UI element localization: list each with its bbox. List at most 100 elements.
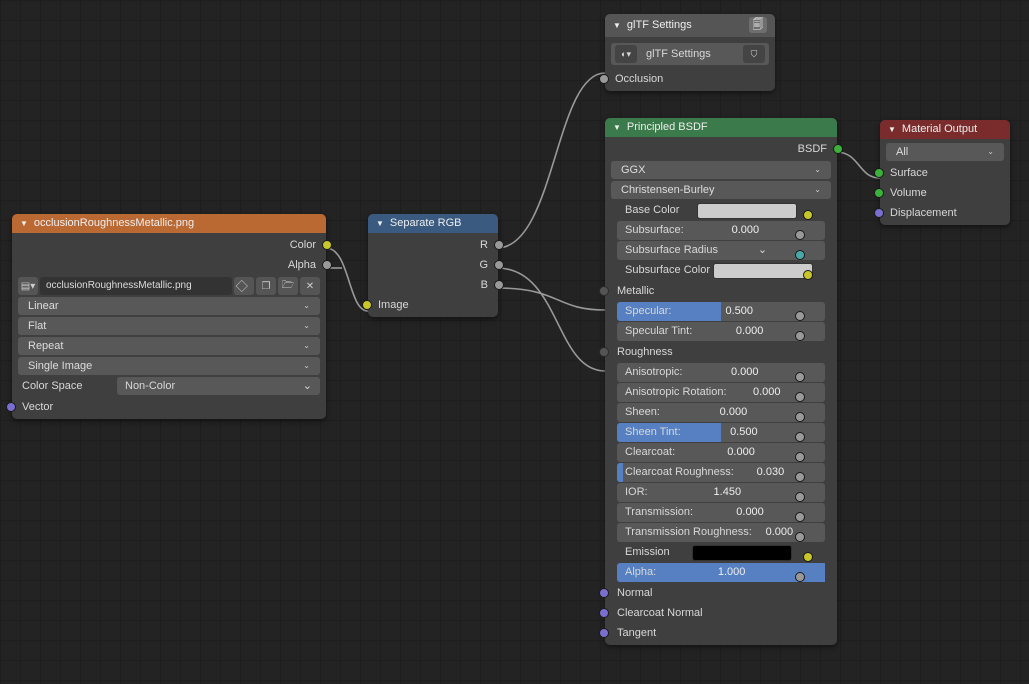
bsdf-ior[interactable]: IOR: 1.450: [617, 483, 825, 502]
output-color[interactable]: Color: [12, 235, 326, 255]
proj-field[interactable]: Flat⌄: [18, 317, 320, 335]
alpha-socket-icon[interactable]: [795, 572, 805, 582]
ior-socket-icon[interactable]: [795, 492, 805, 502]
bsdf-base-color[interactable]: Base Color: [617, 201, 825, 220]
aniso-rotation-socket-icon[interactable]: [795, 392, 805, 402]
anisotropic-socket-icon[interactable]: [795, 372, 805, 382]
bsdf-anisotropic[interactable]: Anisotropic: 0.000: [617, 363, 825, 382]
subsurface-color-socket-icon[interactable]: [803, 270, 813, 280]
bsdf-sheen-tint[interactable]: Sheen Tint: 0.500: [617, 423, 825, 442]
image-socket-icon[interactable]: [362, 300, 372, 310]
specular-tint-socket-icon[interactable]: [795, 331, 805, 341]
output-bsdf[interactable]: BSDF: [605, 139, 837, 159]
image-filename-field[interactable]: occlusionRoughnessMetallic.png: [40, 277, 232, 295]
ext-field[interactable]: Repeat⌄: [18, 337, 320, 355]
g-socket-icon[interactable]: [494, 260, 504, 270]
colorspace-field[interactable]: Non-Color⌄: [117, 377, 320, 395]
sheen-tint-socket-icon[interactable]: [795, 432, 805, 442]
bsdf-alpha[interactable]: Alpha: 1.000: [617, 563, 825, 582]
bsdf-subsurface[interactable]: Subsurface: 0.000: [617, 221, 825, 240]
output-g[interactable]: G: [368, 255, 498, 275]
collapse-icon[interactable]: ▼: [888, 125, 896, 134]
material-output-node[interactable]: ▼ Material Output All⌄ Surface Volume Di…: [880, 120, 1010, 225]
bsdf-specular[interactable]: Specular: 0.500: [617, 302, 825, 321]
transmission-rough-socket-icon[interactable]: [795, 532, 805, 542]
fake-user-icon[interactable]: ⃟: [234, 277, 254, 295]
collapse-icon[interactable]: ▼: [20, 219, 28, 228]
collapse-icon[interactable]: ▼: [613, 21, 621, 30]
node-options-icon[interactable]: 🗐: [749, 17, 767, 33]
input-vector[interactable]: Vector: [12, 397, 326, 417]
image-node-header[interactable]: ▼ occlusionRoughnessMetallic.png: [12, 214, 326, 233]
color-swatch[interactable]: [697, 203, 797, 219]
input-displacement[interactable]: Displacement: [880, 203, 1010, 223]
subsurface-radius-socket-icon[interactable]: [795, 250, 805, 260]
bsdf-header[interactable]: ▼ Principled BSDF: [605, 118, 837, 137]
image-browse-icon[interactable]: ▤▾: [18, 277, 38, 295]
vector-socket-icon[interactable]: [6, 402, 16, 412]
unlink-icon[interactable]: ✕: [300, 277, 320, 295]
bsdf-clearcoat[interactable]: Clearcoat: 0.000: [617, 443, 825, 462]
sep-header[interactable]: ▼ Separate RGB: [368, 214, 498, 233]
alpha-socket-icon[interactable]: [322, 260, 332, 270]
target-field[interactable]: All⌄: [886, 143, 1004, 161]
input-volume[interactable]: Volume: [880, 183, 1010, 203]
clearcoat-normal-socket-icon[interactable]: [599, 608, 609, 618]
bsdf-roughness[interactable]: Roughness: [605, 342, 837, 362]
roughness-socket-icon[interactable]: [599, 347, 609, 357]
clearcoat-socket-icon[interactable]: [795, 452, 805, 462]
interp-field[interactable]: Linear⌄: [18, 297, 320, 315]
color-swatch[interactable]: [692, 545, 792, 561]
metallic-socket-icon[interactable]: [599, 286, 609, 296]
sheen-socket-icon[interactable]: [795, 412, 805, 422]
dup-icon[interactable]: ❐: [256, 277, 276, 295]
image-texture-node[interactable]: ▼ occlusionRoughnessMetallic.png Color A…: [12, 214, 326, 419]
input-surface[interactable]: Surface: [880, 163, 1010, 183]
gltf-settings-node[interactable]: ▼ glTF Settings 🗐 ◐▾ glTF Settings ⛉ Occ…: [605, 14, 775, 91]
specular-socket-icon[interactable]: [795, 311, 805, 321]
volume-socket-icon[interactable]: [874, 188, 884, 198]
output-alpha[interactable]: Alpha: [12, 255, 326, 275]
occlusion-socket-icon[interactable]: [599, 74, 609, 84]
open-icon[interactable]: 🗁: [278, 277, 298, 295]
bsdf-subsurface-color[interactable]: Subsurface Color: [617, 261, 825, 280]
base-color-socket-icon[interactable]: [803, 210, 813, 220]
subsurface-socket-icon[interactable]: [795, 230, 805, 240]
shield-icon[interactable]: ⛉: [743, 45, 765, 63]
matout-header[interactable]: ▼ Material Output: [880, 120, 1010, 139]
source-field[interactable]: Single Image⌄: [18, 357, 320, 375]
bsdf-specular-tint[interactable]: Specular Tint: 0.000: [617, 322, 825, 341]
bsdf-normal[interactable]: Normal: [605, 583, 837, 603]
datablock-icon[interactable]: ◐▾: [615, 45, 637, 63]
bsdf-tangent[interactable]: Tangent: [605, 623, 837, 643]
bsdf-clearcoat-normal[interactable]: Clearcoat Normal: [605, 603, 837, 623]
b-socket-icon[interactable]: [494, 280, 504, 290]
bsdf-aniso-rotation[interactable]: Anisotropic Rotation: 0.000: [617, 383, 825, 402]
r-socket-icon[interactable]: [494, 240, 504, 250]
bsdf-sheen[interactable]: Sheen: 0.000: [617, 403, 825, 422]
principled-bsdf-node[interactable]: ▼ Principled BSDF BSDF GGX⌄ Christensen-…: [605, 118, 837, 645]
separate-rgb-node[interactable]: ▼ Separate RGB R G B Image: [368, 214, 498, 317]
transmission-socket-icon[interactable]: [795, 512, 805, 522]
bsdf-subsurface-radius[interactable]: Subsurface Radius ⌄: [617, 241, 825, 260]
displacement-socket-icon[interactable]: [874, 208, 884, 218]
distribution-field[interactable]: GGX⌄: [611, 161, 831, 179]
bsdf-emission[interactable]: Emission: [617, 543, 825, 562]
input-image[interactable]: Image: [368, 295, 498, 315]
collapse-icon[interactable]: ▼: [613, 123, 621, 132]
color-swatch[interactable]: [713, 263, 813, 279]
emission-socket-icon[interactable]: [803, 552, 813, 562]
normal-socket-icon[interactable]: [599, 588, 609, 598]
bsdf-clearcoat-rough[interactable]: Clearcoat Roughness: 0.030: [617, 463, 825, 482]
output-b[interactable]: B: [368, 275, 498, 295]
gltf-group-field[interactable]: ◐▾ glTF Settings ⛉: [611, 43, 769, 65]
bsdf-transmission-rough[interactable]: Transmission Roughness: 0.000: [617, 523, 825, 542]
output-r[interactable]: R: [368, 235, 498, 255]
clearcoat-rough-socket-icon[interactable]: [795, 472, 805, 482]
surface-socket-icon[interactable]: [874, 168, 884, 178]
color-socket-icon[interactable]: [322, 240, 332, 250]
input-occlusion[interactable]: Occlusion: [605, 69, 775, 89]
gltf-header[interactable]: ▼ glTF Settings 🗐: [605, 14, 775, 37]
sss-method-field[interactable]: Christensen-Burley⌄: [611, 181, 831, 199]
tangent-socket-icon[interactable]: [599, 628, 609, 638]
